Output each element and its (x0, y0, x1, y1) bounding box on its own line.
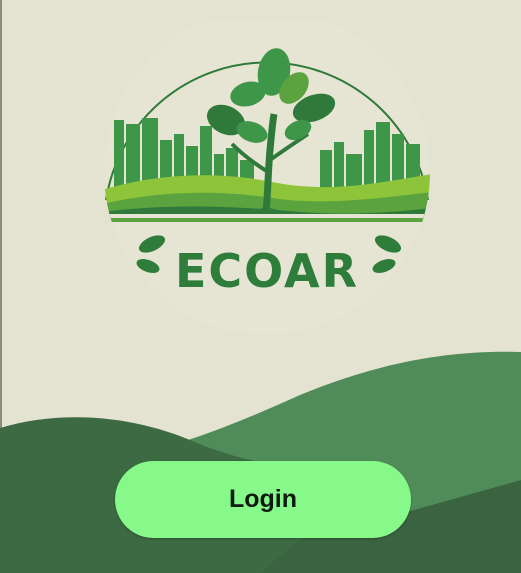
login-screen: ECOAR Login (0, 0, 521, 573)
brand-name: ECOAR (174, 244, 360, 298)
login-button[interactable]: Login (115, 461, 411, 538)
ecoar-logo: ECOAR (102, 22, 432, 334)
